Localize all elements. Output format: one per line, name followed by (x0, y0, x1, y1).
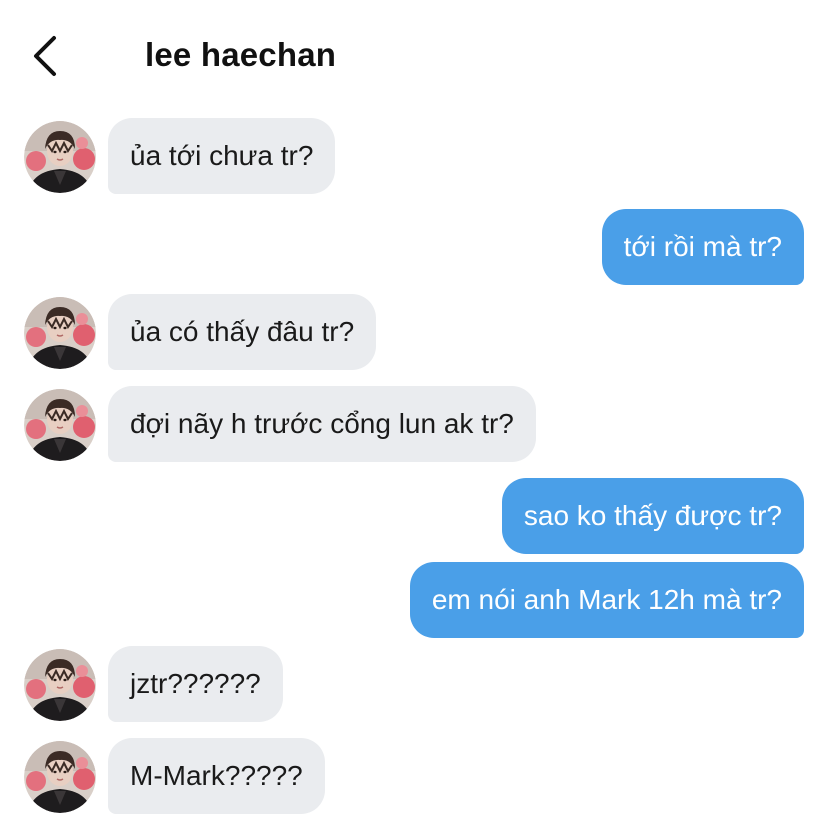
contact-name[interactable]: lee haechan (145, 36, 336, 74)
chat-header: lee haechan (0, 0, 826, 110)
back-button[interactable] (22, 30, 70, 82)
outgoing-message[interactable]: tới rồi mà tr? (601, 209, 804, 285)
incoming-message[interactable]: đợi nãy h trước cổng lun ak tr? (108, 386, 536, 462)
contact-avatar[interactable] (24, 121, 96, 193)
chevron-left-icon (34, 36, 56, 76)
incoming-message[interactable]: jztr?????? (108, 646, 283, 722)
outgoing-message[interactable]: em nói anh Mark 12h mà tr? (409, 562, 804, 638)
contact-avatar[interactable] (24, 297, 96, 369)
contact-avatar[interactable] (24, 389, 96, 461)
contact-avatar[interactable] (24, 649, 96, 721)
outgoing-message[interactable]: sao ko thấy được tr? (501, 478, 804, 554)
incoming-message[interactable]: ủa có thấy đâu tr? (108, 294, 377, 370)
incoming-message[interactable]: ủa tới chưa tr? (108, 118, 336, 194)
incoming-message[interactable]: M-Mark????? (108, 738, 325, 814)
contact-avatar[interactable] (24, 741, 96, 813)
